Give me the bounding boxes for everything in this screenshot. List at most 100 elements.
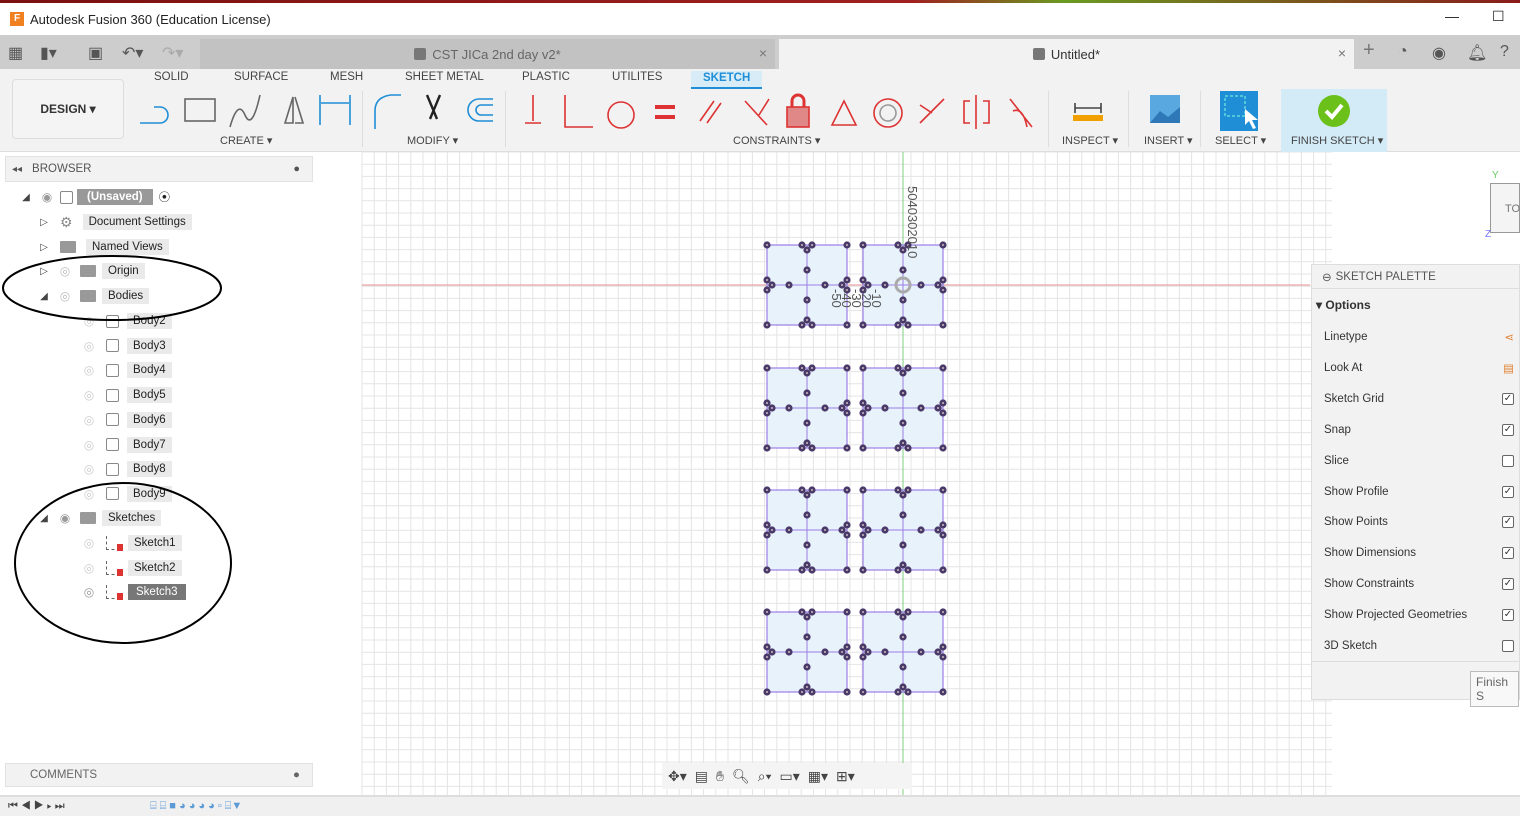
pin-icon[interactable]: ● [293,163,300,175]
timeline-controls[interactable]: ⏮ ◀ ▶ ▸ ⏭ [8,800,65,813]
palette-row[interactable]: Show Points ✓ [1324,512,1514,532]
sketch-point-center [862,367,864,369]
browser-item-document-settings[interactable]: ▷ ⚙ Document Settings [38,212,192,232]
viewports-icon[interactable]: ⊞▾ [836,768,855,785]
sketch-point-center [867,284,869,286]
palette-row[interactable]: Show Constraints ✓ [1324,574,1514,594]
sketch-point-center [920,651,922,653]
select-menu[interactable]: SELECT ▾ [1215,134,1266,147]
tab-solid[interactable]: SOLID [154,71,189,83]
collapsed-icon[interactable]: ▷ [38,217,50,228]
palette-row[interactable]: 3D Sketch [1324,636,1514,656]
palette-header[interactable]: ⊖ SKETCH PALETTE [1312,265,1519,289]
minimize-button[interactable]: — [1445,8,1459,24]
z-axis-label: Z [1485,229,1492,240]
checkbox[interactable] [1502,454,1514,467]
pan-icon[interactable]: ✋︎ [716,768,724,785]
checkbox[interactable]: ✓ [1502,516,1514,529]
undo-icon[interactable]: ↶▾ [122,43,143,63]
palette-row[interactable]: Show Profile ✓ [1324,482,1514,502]
tab-sketch[interactable]: SKETCH [691,71,763,89]
activate-icon[interactable]: ⦿ [159,189,171,205]
palette-row[interactable]: Show Projected Geometries ✓ [1324,605,1514,625]
create-menu[interactable]: CREATE ▾ [220,134,272,147]
tab-surface[interactable]: SURFACE [234,71,288,83]
sketch-point-center [766,569,768,571]
checkbox[interactable]: ✓ [1502,547,1514,560]
dimension-text[interactable]: 5040302010 [905,186,920,258]
help-icon[interactable]: ? [1500,43,1509,61]
linetype-icon[interactable]: ⋖ [1504,330,1514,344]
checkbox[interactable]: ✓ [1502,485,1514,498]
look-at-icon[interactable]: ▤ [695,768,708,785]
checkbox[interactable]: ✓ [1502,423,1514,436]
expanded-icon[interactable]: ◢ [20,192,32,203]
modify-menu[interactable]: MODIFY ▾ [407,134,458,147]
sketch-point-center [806,249,808,251]
sketch-point-center [806,666,808,668]
browser-header[interactable]: ◂◂ BROWSER ● [5,156,313,182]
job-status-icon[interactable]: ◉ [1432,43,1446,63]
palette-row[interactable]: Show Dimensions ✓ [1324,543,1514,563]
checkbox[interactable]: ✓ [1502,392,1514,405]
document-tab-active[interactable]: Untitled* × [779,39,1354,69]
look-at-icon[interactable]: ▤ [1503,361,1514,375]
add-tab-icon[interactable]: + [1363,39,1375,62]
dimension-text[interactable]: -50 [829,289,844,308]
palette-row[interactable]: Snap ✓ [1324,420,1514,440]
sketch-point-center [806,442,808,444]
maximize-button[interactable]: ☐ [1492,8,1505,25]
options-section[interactable]: ▾ Options [1316,298,1371,312]
file-menu-icon[interactable]: ▮▾ [40,43,57,63]
timeline-features[interactable]: ⌸ ⌸ ■ ◕ ◕ ◕ ◕ ▫ ⌸▼ [150,800,242,813]
close-tab-icon[interactable]: × [1338,45,1346,61]
palette-row[interactable]: Look At ▤ [1324,358,1514,378]
sketch-point-center [806,686,808,688]
view-cube-face[interactable]: TO [1505,203,1520,215]
inspect-menu[interactable]: INSPECT ▾ [1062,134,1118,147]
palette-row[interactable]: Linetype ⋖ [1324,327,1514,347]
sketch-point-center [862,656,864,658]
orbit-icon[interactable]: ✥▾ [668,768,687,785]
checkbox[interactable]: ✓ [1502,578,1514,591]
data-panel-icon[interactable]: ▦ [8,43,23,63]
document-tab[interactable]: CST JICa 2nd day v2* × [200,39,775,69]
tab-mesh[interactable]: MESH [330,71,363,83]
zoom-icon[interactable]: 🔍︎ [732,768,750,785]
checkbox[interactable]: ✓ [1502,609,1514,622]
tab-utilities[interactable]: UTILITES [612,71,662,83]
offline-icon[interactable]: ◔ [1398,43,1408,61]
workspace-switcher[interactable]: DESIGN ▾ [12,79,124,139]
add-comment-icon[interactable]: ● [293,769,300,781]
sketch-point-center [897,447,899,449]
close-tab-icon[interactable]: × [759,45,767,61]
palette-title: SKETCH PALETTE [1335,270,1436,283]
save-icon[interactable]: ▣ [88,43,103,63]
view-cube[interactable]: TO [1490,183,1520,233]
comments-panel[interactable]: COMMENTS ● [5,763,313,787]
notifications-icon[interactable]: 🔔︎ [1467,43,1487,63]
option-label: Show Projected Geometries [1324,609,1468,622]
option-label: Look At [1324,361,1363,374]
redo-icon[interactable]: ↷▾ [162,43,183,63]
constraints-menu[interactable]: CONSTRAINTS ▾ [733,134,820,147]
palette-row[interactable]: Slice [1324,451,1514,471]
tab-plastic[interactable]: PLASTIC [522,71,570,83]
palette-row[interactable]: Sketch Grid ✓ [1324,389,1514,409]
sketch-point-center [766,244,768,246]
eye-icon[interactable]: ◉ [38,190,56,204]
insert-menu[interactable]: INSERT ▾ [1144,134,1193,147]
finish-sketch-menu[interactable]: FINISH SKETCH ▾ [1291,134,1383,147]
sketch-point-center [902,442,904,444]
sketch-point-center [907,691,909,693]
browser-root[interactable]: ◢ ◉ (Unsaved) ⦿ [20,187,170,207]
collapse-icon[interactable]: ◂◂ [12,164,22,175]
tab-sheet-metal[interactable]: SHEET METAL [405,71,484,83]
grid-settings-icon[interactable]: ▦▾ [808,768,828,785]
cube-icon [1032,48,1045,60]
fit-icon[interactable]: ⌕▾ [758,768,772,785]
collapse-icon[interactable]: ⊖ [1322,270,1332,284]
finish-sketch-button[interactable]: Finish S [1470,671,1519,707]
display-settings-icon[interactable]: ▭▾ [780,768,800,785]
checkbox[interactable] [1502,640,1514,652]
